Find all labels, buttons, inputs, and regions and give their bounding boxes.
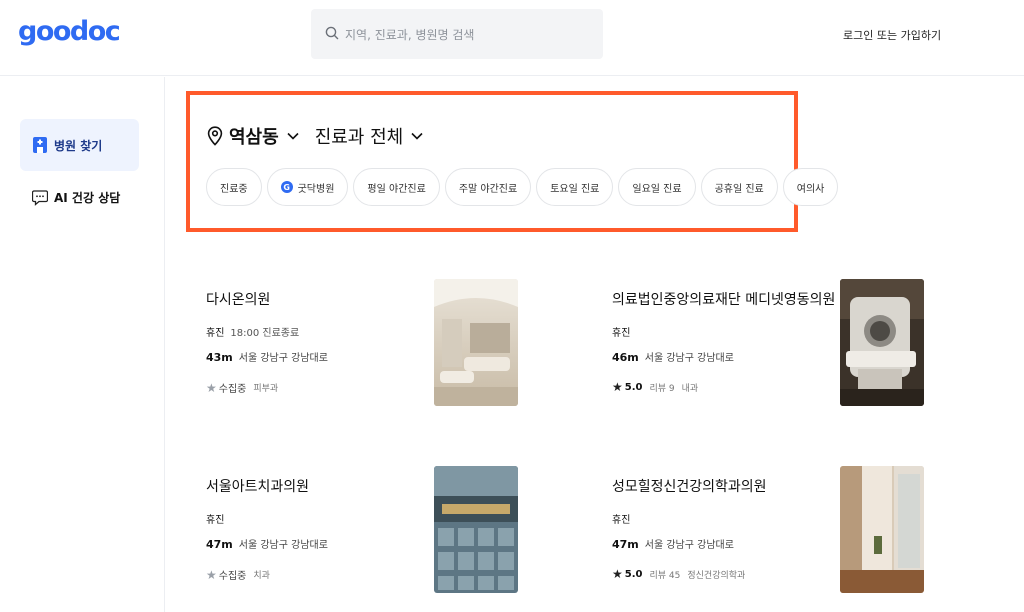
sidebar-item-label: AI 건강 상담 (54, 191, 121, 205)
hospital-status: 휴진 18:00 진료종료 (206, 328, 300, 339)
hospital-meta: ★ 5.0 리뷰 9 내과 (612, 380, 699, 394)
chevron-down-icon[interactable] (411, 132, 423, 140)
goodoc-badge-icon: G (280, 181, 293, 193)
hospital-meta: ★ 수집중 치과 (206, 567, 270, 583)
goodoc-logo[interactable]: goodoc (18, 16, 121, 47)
hospital-status: 휴진 (206, 515, 225, 526)
login-signup-link[interactable]: 로그인 또는 가입하기 (843, 27, 941, 43)
chip-female-doctor[interactable]: 여의사 (782, 168, 839, 206)
star-icon: ★ (612, 380, 623, 394)
sidebar-item-find-hospital[interactable]: 병원 찾기 (20, 119, 139, 171)
chevron-down-icon[interactable] (287, 132, 299, 140)
hospital-name[interactable]: 의료법인중앙의료재단 메디넷영동의원 (612, 289, 835, 309)
filter-chips: 진료중 G 굿닥병원 평일 야간진료 주말 야간진료 토요일 진료 일요일 진료 … (206, 168, 839, 206)
chip-weekend-night[interactable]: 주말 야간진료 (444, 168, 532, 206)
hospital-card[interactable]: 성모힐정신건강의학과의원 휴진 47m 서울 강남구 강남대로 ★ 5.0 리뷰 45… (612, 466, 932, 596)
star-icon: ★ (206, 380, 217, 395)
search-input[interactable]: 지역, 진료과, 병원명 검색 (345, 26, 474, 43)
hospital-name[interactable]: 다시온의원 (206, 289, 270, 309)
hospital-distance: 47m 서울 강남구 강남대로 (612, 538, 734, 551)
hospital-card[interactable]: 다시온의원 휴진 18:00 진료종료 43m 서울 강남구 강남대로 ★ 수집중 피부… (206, 279, 526, 409)
clinic-lobby-photo[interactable] (434, 279, 518, 406)
chip-saturday[interactable]: 토요일 진료 (536, 168, 614, 206)
hospital-meta: ★ 수집중 피부과 (206, 380, 279, 396)
top-header: goodoc 지역, 진료과, 병원명 검색 로그인 또는 가입하기 (0, 0, 1024, 76)
hospital-distance: 47m 서울 강남구 강남대로 (206, 538, 328, 551)
sidebar: 병원 찾기 AI 건강 상담 (0, 77, 165, 612)
star-icon: ★ (612, 567, 623, 581)
hospital-status: 휴진 (612, 515, 631, 526)
filter-highlight-box (186, 91, 798, 232)
building-exterior-photo[interactable] (434, 466, 518, 593)
chip-holiday[interactable]: 공휴일 진료 (700, 168, 778, 206)
hospital-status: 휴진 (612, 328, 631, 339)
hospital-name[interactable]: 서울아트치과의원 (206, 476, 309, 496)
department-selector[interactable]: 진료과 전체 (315, 123, 404, 149)
location-pin-icon (207, 126, 223, 146)
hospital-card[interactable]: 서울아트치과의원 휴진 47m 서울 강남구 강남대로 ★ 수집중 치과 (206, 466, 526, 596)
sidebar-item-ai-consult[interactable]: AI 건강 상담 (20, 171, 139, 223)
hallway-photo[interactable] (840, 466, 924, 593)
search-bar[interactable]: 지역, 진료과, 병원명 검색 (311, 9, 603, 59)
hospital-name[interactable]: 성모힐정신건강의학과의원 (612, 476, 767, 496)
chip-sunday[interactable]: 일요일 진료 (618, 168, 696, 206)
hospital-meta: ★ 5.0 리뷰 45 정신건강의학과 (612, 567, 746, 581)
hospital-distance: 46m 서울 강남구 강남대로 (612, 351, 734, 364)
mri-room-photo[interactable] (840, 279, 924, 406)
hospital-distance: 43m 서울 강남구 강남대로 (206, 351, 328, 364)
location-selector[interactable]: 역삼동 (229, 123, 279, 149)
search-icon (325, 26, 339, 40)
chip-open-now[interactable]: 진료중 (206, 168, 262, 206)
hospital-card[interactable]: 의료법인중앙의료재단 메디넷영동의원 휴진 46m 서울 강남구 강남대로 ★ 5.… (612, 279, 932, 409)
chip-goodoc-hospital[interactable]: G 굿닥병원 (266, 168, 349, 206)
chip-weekday-night[interactable]: 평일 야간진료 (353, 168, 440, 206)
chat-icon (32, 190, 48, 206)
sidebar-item-label: 병원 찾기 (54, 139, 103, 153)
star-icon: ★ (206, 567, 217, 582)
filter-header: 역삼동 진료과 전체 (207, 124, 439, 148)
hospital-icon (33, 137, 47, 153)
